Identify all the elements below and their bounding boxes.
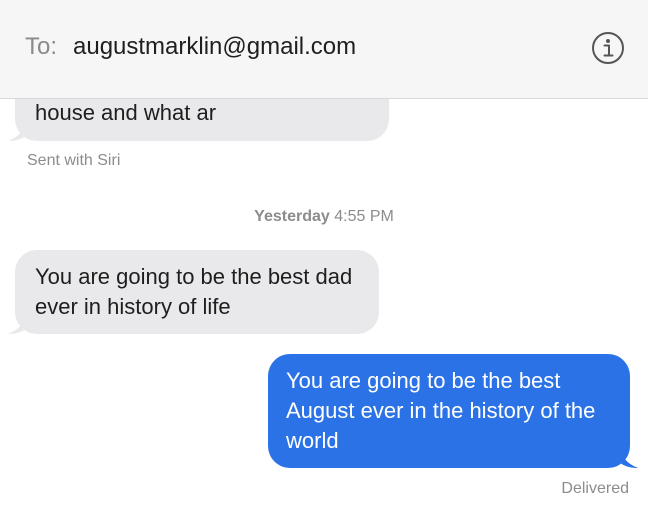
sent-with-siri-note: Sent with Siri <box>27 152 121 169</box>
recipient-header: To: augustmarklin@gmail.com <box>0 0 648 99</box>
info-circle-icon[interactable] <box>590 30 626 66</box>
message-text: You are going to be the best dad ever in… <box>35 264 353 319</box>
message-text: house and what ar <box>35 100 217 125</box>
recipient-address[interactable]: augustmarklin@gmail.com <box>73 33 356 61</box>
bubble-tail-icon <box>618 446 638 468</box>
outgoing-message-bubble[interactable]: You are going to be the best August ever… <box>268 354 630 468</box>
incoming-message-bubble[interactable]: You are going to be the best dad ever in… <box>15 250 379 334</box>
message-text: You are going to be the best August ever… <box>286 368 596 453</box>
to-label: To: <box>25 33 58 60</box>
conversation-timestamp: Yesterday 4:55 PM <box>0 208 648 226</box>
bubble-tail-icon <box>8 119 28 141</box>
messages-window: house and what ar Sent with Siri Yesterd… <box>0 0 648 532</box>
timestamp-day: Yesterday <box>254 208 330 225</box>
timestamp-time: 4:55 PM <box>334 208 394 225</box>
bubble-tail-icon <box>8 312 28 334</box>
delivery-status: Delivered <box>561 480 629 497</box>
